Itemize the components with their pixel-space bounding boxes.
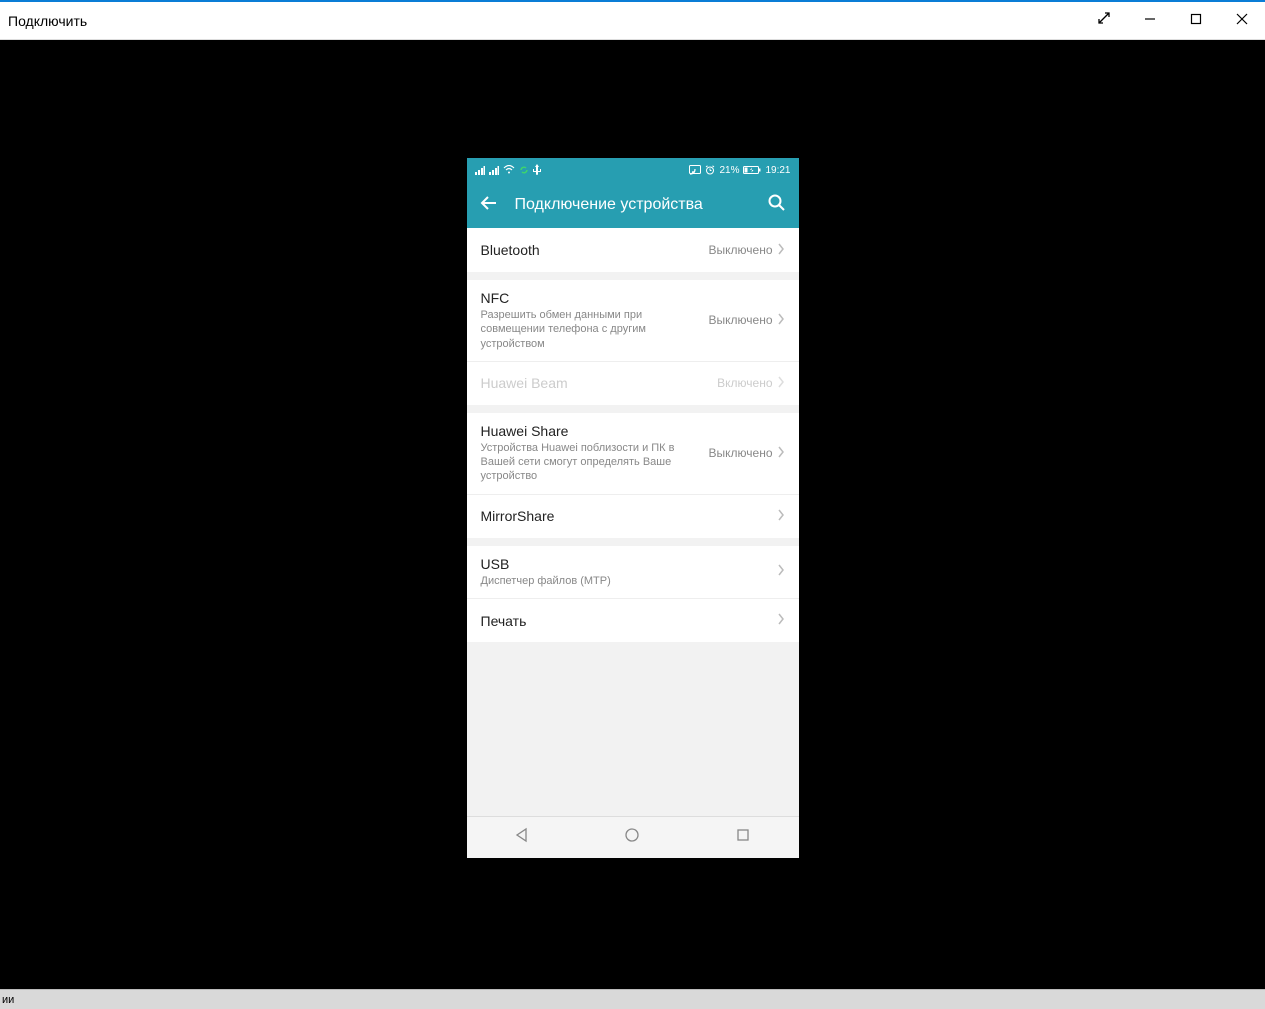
search-icon (767, 193, 787, 218)
chevron-right-icon (777, 446, 785, 461)
statusbar-right: 21% 19:21 (689, 165, 790, 176)
row-bluetooth[interactable]: Bluetooth Выключено (467, 228, 799, 272)
sync-icon (519, 165, 529, 175)
maximize-icon (1190, 12, 1202, 30)
row-title: USB (481, 556, 769, 572)
fullscreen-button[interactable] (1081, 2, 1127, 39)
chevron-right-icon (777, 313, 785, 328)
row-mirrorshare[interactable]: MirrorShare (467, 494, 799, 538)
bottom-snippet: ии (2, 994, 14, 1006)
row-title: Huawei Share (481, 423, 701, 439)
minimize-button[interactable] (1127, 2, 1173, 39)
battery-icon (743, 165, 761, 175)
minimize-icon (1144, 12, 1156, 30)
square-recent-icon (735, 827, 751, 848)
row-title: MirrorShare (481, 508, 769, 524)
row-value: Выключено (709, 313, 773, 327)
signal2-icon (489, 165, 499, 175)
group-usb-print: USB Диспетчер файлов (MTP) Печать (467, 546, 799, 642)
battery-text: 21% (719, 165, 739, 176)
chevron-right-icon (777, 376, 785, 391)
bottom-strip: ии (0, 989, 1265, 1009)
black-stage: 21% 19:21 Подключение устройства (0, 40, 1265, 989)
nav-home-button[interactable] (578, 817, 688, 858)
row-sub: Диспетчер файлов (MTP) (481, 574, 769, 588)
nav-recent-button[interactable] (688, 817, 798, 858)
row-title: Печать (481, 613, 769, 629)
row-sub: Устройства Huawei поблизости и ПК в Ваше… (481, 441, 701, 484)
search-button[interactable] (765, 193, 789, 217)
maximize-button[interactable] (1173, 2, 1219, 39)
arrow-left-icon (479, 193, 499, 218)
settings-content: Bluetooth Выключено NFC Разреши (467, 228, 799, 816)
chevron-right-icon (777, 243, 785, 258)
statusbar-left (475, 164, 541, 176)
android-navbar (467, 816, 799, 858)
window-title: Подключить (8, 13, 87, 29)
android-appbar: Подключение устройства (467, 182, 799, 228)
fullscreen-icon (1097, 11, 1111, 30)
row-value: Выключено (709, 243, 773, 257)
row-title: Huawei Beam (481, 375, 710, 391)
row-nfc[interactable]: NFC Разрешить обмен данными при совмещен… (467, 280, 799, 361)
row-title: Bluetooth (481, 242, 701, 258)
appbar-title: Подключение устройства (515, 196, 751, 214)
row-title: NFC (481, 290, 701, 306)
window-titlebar: Подключить (0, 0, 1265, 40)
android-statusbar: 21% 19:21 (467, 158, 799, 182)
back-button[interactable] (477, 193, 501, 217)
row-huawei-beam: Huawei Beam Включено (467, 361, 799, 405)
chevron-right-icon (777, 613, 785, 628)
row-value: Выключено (709, 446, 773, 460)
row-print[interactable]: Печать (467, 598, 799, 642)
window-controls (1081, 2, 1265, 39)
usb-icon (533, 164, 541, 176)
nav-back-button[interactable] (467, 817, 577, 858)
chevron-right-icon (777, 564, 785, 579)
group-nfc: NFC Разрешить обмен данными при совмещен… (467, 280, 799, 413)
row-sub: Разрешить обмен данными при совмещении т… (481, 308, 701, 351)
triangle-back-icon (514, 827, 530, 848)
row-huawei-share[interactable]: Huawei Share Устройства Huawei поблизост… (467, 413, 799, 494)
group-bluetooth: Bluetooth Выключено (467, 228, 799, 280)
signal-icon (475, 165, 485, 175)
phone-screen: 21% 19:21 Подключение устройства (467, 158, 799, 858)
alarm-icon (705, 165, 715, 175)
wifi-icon (503, 165, 515, 175)
clock-text: 19:21 (765, 165, 790, 176)
cast-icon (689, 165, 701, 175)
close-button[interactable] (1219, 2, 1265, 39)
close-icon (1236, 12, 1248, 30)
group-share: Huawei Share Устройства Huawei поблизост… (467, 413, 799, 546)
circle-home-icon (624, 827, 640, 848)
row-usb[interactable]: USB Диспетчер файлов (MTP) (467, 546, 799, 598)
desktop-window: Подключить (0, 0, 1265, 1009)
chevron-right-icon (777, 509, 785, 524)
row-value: Включено (717, 376, 772, 390)
